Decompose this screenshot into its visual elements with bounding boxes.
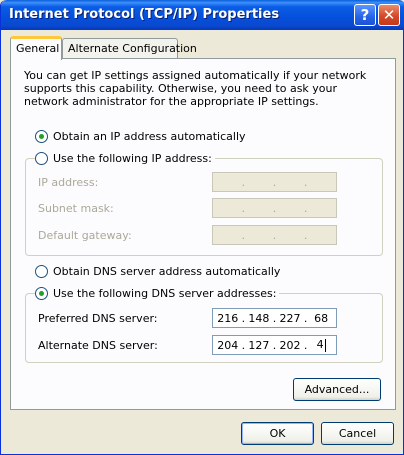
title-bar[interactable]: Internet Protocol (TCP/IP) Properties ? … [1, 0, 404, 30]
help-icon[interactable]: ? [354, 4, 376, 26]
obtain-ip-auto-radio[interactable] [35, 130, 48, 143]
use-following-ip-label: Use the following IP address: [53, 152, 212, 165]
tcpip-properties-dialog: Internet Protocol (TCP/IP) Properties ? … [0, 0, 404, 455]
advanced-button[interactable]: Advanced... [293, 378, 381, 401]
octet: 4 [316, 338, 326, 352]
subnet-mask-input[interactable]: ... [212, 198, 337, 218]
ip-address-label: IP address: [38, 176, 99, 189]
obtain-ip-auto-label: Obtain an IP address automatically [53, 130, 246, 143]
text-caret [324, 338, 326, 352]
general-tab-panel: You can get IP settings assigned automat… [10, 58, 396, 410]
octet: 127 [248, 338, 270, 352]
octet: 202 [279, 338, 301, 352]
ip-address-input[interactable]: ... [212, 172, 337, 192]
alternate-dns-input[interactable]: 204. 127. 202. 4 [212, 335, 337, 355]
obtain-dns-auto-radio[interactable] [35, 265, 48, 278]
cancel-button[interactable]: Cancel [321, 422, 394, 445]
obtain-ip-auto-option[interactable]: Obtain an IP address automatically [35, 130, 249, 143]
ok-button[interactable]: OK [241, 422, 314, 445]
obtain-dns-auto-label: Obtain DNS server address automatically [53, 265, 281, 278]
octet: 204 [217, 338, 239, 352]
use-following-dns-radio[interactable] [35, 287, 48, 300]
use-following-dns-label: Use the following DNS server addresses: [53, 287, 277, 300]
octet: 227 [279, 311, 301, 325]
octet: 216 [217, 311, 239, 325]
use-following-ip-radio[interactable] [35, 152, 48, 165]
alternate-dns-label: Alternate DNS server: [38, 339, 158, 352]
use-following-ip-option[interactable]: Use the following IP address: [35, 152, 215, 165]
close-icon[interactable]: ✕ [378, 4, 400, 26]
obtain-dns-auto-option[interactable]: Obtain DNS server address automatically [35, 265, 284, 278]
default-gateway-label: Default gateway: [38, 229, 132, 242]
intro-text: You can get IP settings assigned automat… [24, 69, 367, 108]
tab-general[interactable]: General [10, 36, 62, 60]
preferred-dns-input[interactable]: 216. 148. 227. 68 [212, 308, 337, 328]
octet: 68 [314, 311, 329, 325]
subnet-mask-label: Subnet mask: [38, 202, 114, 215]
default-gateway-input[interactable]: ... [212, 225, 337, 245]
window-title: Internet Protocol (TCP/IP) Properties [9, 7, 280, 22]
tab-alternate-configuration[interactable]: Alternate Configuration [62, 38, 197, 59]
octet: 148 [248, 311, 270, 325]
preferred-dns-label: Preferred DNS server: [38, 312, 158, 325]
use-following-dns-option[interactable]: Use the following DNS server addresses: [35, 287, 280, 300]
